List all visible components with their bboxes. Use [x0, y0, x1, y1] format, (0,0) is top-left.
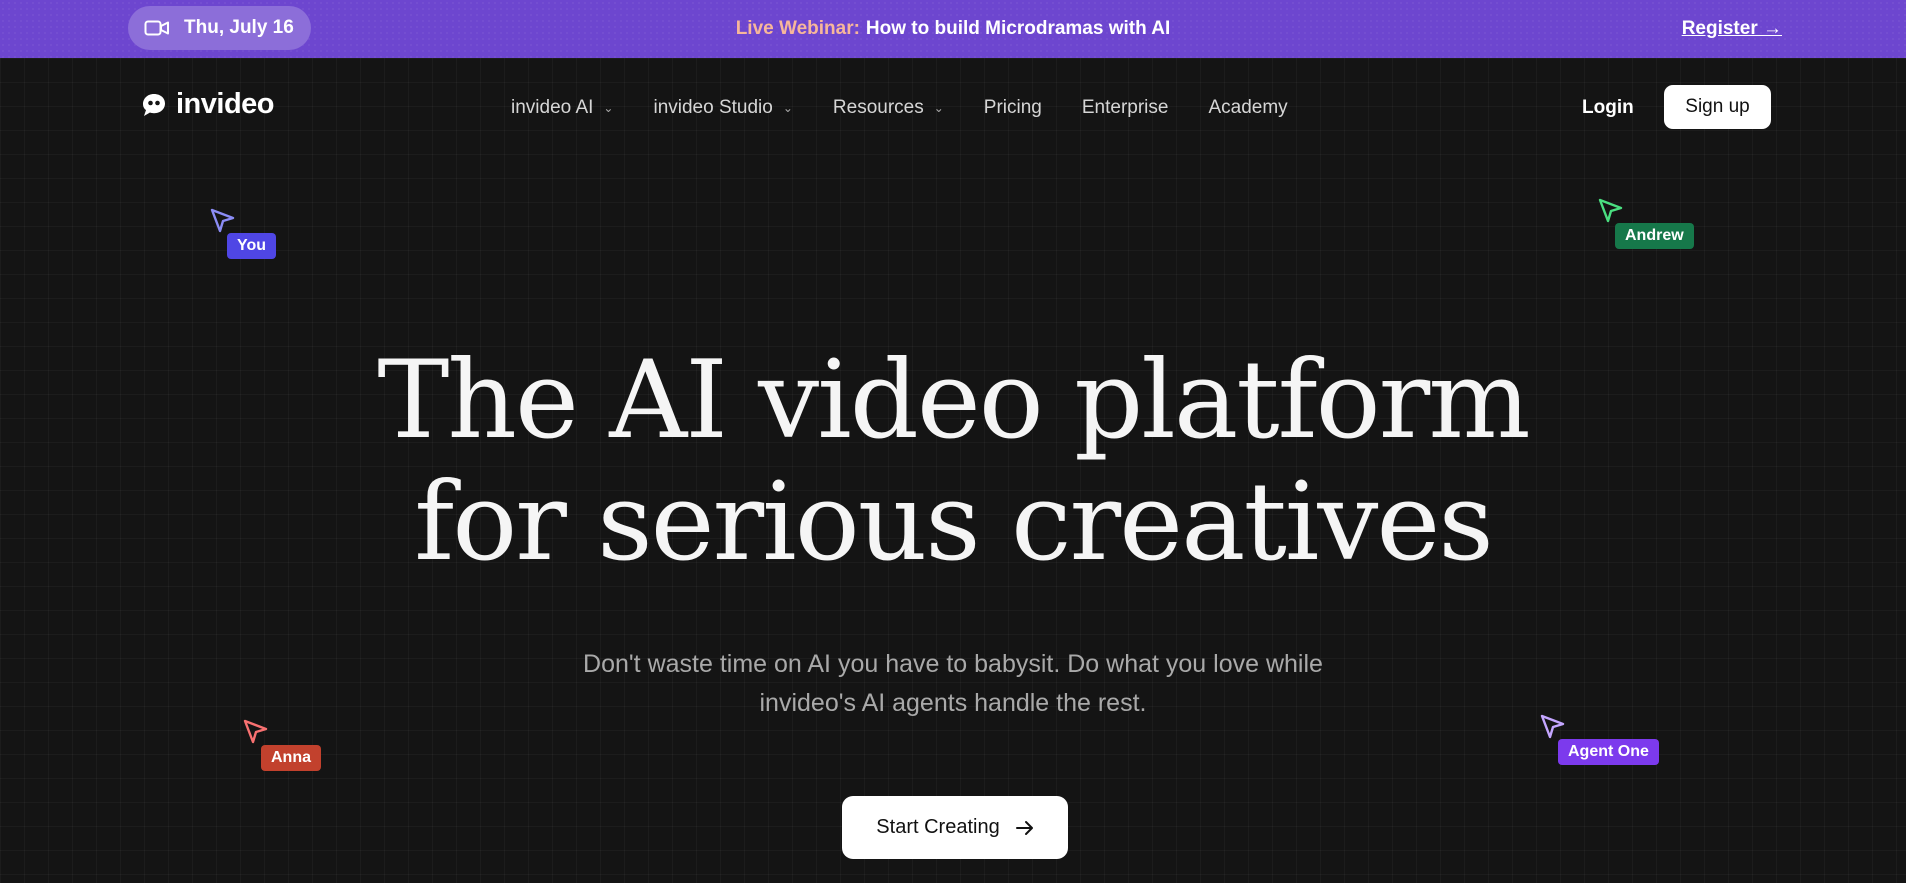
- start-creating-label: Start Creating: [876, 816, 1000, 838]
- start-creating-button[interactable]: Start Creating: [842, 796, 1068, 859]
- nav-academy[interactable]: Academy: [1208, 97, 1287, 119]
- cursor-arrow-icon: [1598, 198, 1623, 223]
- nav-label: invideo Studio: [653, 97, 773, 118]
- chevron-down-icon: ⌄: [603, 101, 614, 115]
- subheading-line-2: invideo's AI agents handle the rest.: [759, 689, 1147, 717]
- cursor-arrow-icon: [210, 208, 235, 233]
- nav-label: Resources: [832, 97, 924, 118]
- nav-label: Academy: [1208, 97, 1288, 118]
- cursor-label-you: You: [227, 233, 277, 259]
- live-webinar-label: Live Webinar:: [735, 18, 860, 39]
- nav-invideo-ai[interactable]: invideo AI ⌄: [511, 97, 613, 119]
- invideo-logo[interactable]: invideo: [140, 88, 275, 121]
- headline-line-2: for serious creatives: [414, 460, 1493, 585]
- chevron-down-icon: ⌄: [782, 101, 793, 115]
- sign-up-button[interactable]: Sign up: [1664, 85, 1771, 129]
- webinar-date: Thu, July 16: [184, 17, 294, 38]
- webinar-banner: Thu, July 16 Live Webinar: How to build …: [0, 0, 1906, 58]
- chevron-down-icon: ⌄: [933, 101, 944, 115]
- nav-enterprise[interactable]: Enterprise: [1082, 97, 1169, 119]
- webinar-title[interactable]: How to build Microdramas with AI: [866, 18, 1170, 40]
- cursor-label-anna: Anna: [261, 745, 321, 771]
- hero-headline: The AI video platform for serious creati…: [0, 340, 1906, 584]
- nav-label: Enterprise: [1081, 97, 1169, 118]
- date-pill: Thu, July 16: [128, 6, 311, 50]
- brand-name: invideo: [176, 88, 275, 120]
- cursor-label-agent-one: Agent One: [1558, 739, 1659, 765]
- invideo-logo-icon: [143, 93, 165, 116]
- arrow-right-icon: [1015, 820, 1033, 835]
- login-link[interactable]: Login: [1582, 88, 1634, 128]
- nav-resources[interactable]: Resources ⌄: [833, 97, 944, 119]
- hero-subheading: Don't waste time on AI you have to babys…: [0, 645, 1906, 723]
- headline-line-1: The AI video platform: [377, 338, 1530, 463]
- subheading-line-1: Don't waste time on AI you have to babys…: [583, 650, 1323, 678]
- main-nav: invideo AI ⌄ invideo Studio ⌄ Resources …: [511, 88, 1328, 128]
- cursor-label-andrew: Andrew: [1615, 223, 1694, 249]
- video-camera-icon: [144, 20, 169, 36]
- nav-label: Pricing: [983, 97, 1042, 118]
- nav-pricing[interactable]: Pricing: [984, 97, 1042, 119]
- nav-invideo-studio[interactable]: invideo Studio ⌄: [653, 97, 792, 119]
- register-link[interactable]: Register →: [1682, 0, 1782, 58]
- nav-label: invideo AI: [511, 97, 594, 118]
